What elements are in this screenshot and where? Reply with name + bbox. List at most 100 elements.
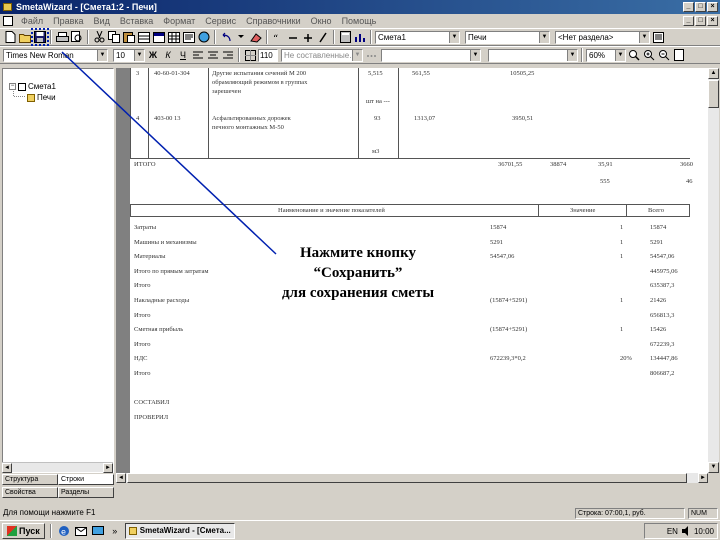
- properties-button[interactable]: [182, 30, 196, 44]
- section-options-button[interactable]: [651, 30, 665, 44]
- style-select[interactable]: Не составленные... ▼: [281, 48, 363, 62]
- open-file-button[interactable]: [18, 30, 32, 44]
- minimize-button[interactable]: _: [683, 2, 694, 12]
- chevron-down-icon[interactable]: ▼: [470, 49, 480, 61]
- doc-close-button[interactable]: ×: [707, 16, 718, 26]
- estimate-select[interactable]: Смета1 ▼: [375, 30, 460, 44]
- section-select[interactable]: <Нет раздела> ▼: [555, 30, 650, 44]
- undo-button[interactable]: [219, 30, 233, 44]
- document-icon[interactable]: [3, 16, 13, 26]
- page-view-button[interactable]: [672, 48, 686, 62]
- blank-select[interactable]: ▼: [381, 48, 481, 62]
- scroll-right-button[interactable]: ►: [103, 463, 113, 473]
- menu-references[interactable]: Справочники: [241, 14, 306, 28]
- maximize-button[interactable]: □: [695, 2, 706, 12]
- font-name-select[interactable]: Times New Roman ▼: [3, 48, 108, 62]
- tab-sections[interactable]: Разделы: [58, 487, 114, 498]
- zoom-fit-button[interactable]: [627, 48, 641, 62]
- menu-view[interactable]: Вид: [89, 14, 115, 28]
- extra-select[interactable]: ▼: [488, 48, 578, 62]
- chevron-down-icon[interactable]: ▼: [97, 49, 107, 61]
- paste-button[interactable]: [122, 30, 136, 44]
- windows-logo-icon: [7, 525, 17, 536]
- scroll-up-button[interactable]: ▲: [708, 68, 719, 79]
- chevron-down-icon[interactable]: ▼: [134, 49, 144, 61]
- start-button[interactable]: Пуск: [2, 522, 45, 539]
- underline-button[interactable]: Ч: [176, 48, 190, 62]
- italic-button[interactable]: К: [161, 48, 175, 62]
- quicklaunch-mail[interactable]: [74, 524, 88, 538]
- tree-horizontal-scrollbar[interactable]: ◄ ►: [2, 462, 113, 473]
- scroll-thumb[interactable]: [127, 473, 687, 483]
- language-indicator[interactable]: EN: [667, 527, 678, 536]
- divide-button[interactable]: [316, 30, 330, 44]
- zoom-in-button[interactable]: [642, 48, 656, 62]
- insert-row-button[interactable]: [137, 30, 151, 44]
- doc-restore-button[interactable]: □: [695, 16, 706, 26]
- doc-minimize-button[interactable]: _: [683, 16, 694, 26]
- chevron-down-icon[interactable]: ▼: [449, 31, 459, 43]
- tree-node-chapter[interactable]: Печи: [27, 93, 56, 102]
- border-button[interactable]: [243, 48, 257, 62]
- quicklaunch-more[interactable]: »: [108, 524, 122, 538]
- copy-button[interactable]: [107, 30, 121, 44]
- chart-button[interactable]: [353, 30, 367, 44]
- menu-file[interactable]: Файл: [16, 14, 48, 28]
- undo-dropdown[interactable]: [234, 30, 248, 44]
- quicklaunch-desktop[interactable]: [91, 524, 105, 538]
- network-button[interactable]: [197, 30, 211, 44]
- grid-button[interactable]: [167, 30, 181, 44]
- bold-button[interactable]: Ж: [146, 48, 160, 62]
- chevron-down-icon[interactable]: ▼: [567, 49, 577, 61]
- print-preview-button[interactable]: [70, 30, 84, 44]
- print-button[interactable]: [55, 30, 69, 44]
- quote-button[interactable]: “: [271, 30, 285, 44]
- close-button[interactable]: ×: [707, 2, 718, 12]
- tab-rows[interactable]: Строки: [58, 474, 114, 485]
- scroll-thumb[interactable]: [708, 80, 719, 108]
- tab-structure[interactable]: Структура: [2, 474, 58, 485]
- volume-icon[interactable]: [681, 526, 691, 536]
- zoom-out-button[interactable]: [657, 48, 671, 62]
- align-left-button[interactable]: [191, 48, 205, 62]
- menu-window[interactable]: Окно: [306, 14, 337, 28]
- quicklaunch-browser[interactable]: e: [57, 524, 71, 538]
- chapter-select[interactable]: Печи ▼: [465, 30, 550, 44]
- page-icon: [673, 49, 684, 61]
- save-button[interactable]: [31, 28, 49, 46]
- cut-button[interactable]: [92, 30, 106, 44]
- insert-sheet-button[interactable]: [152, 30, 166, 44]
- index-field[interactable]: 110: [258, 48, 278, 62]
- new-file-button[interactable]: [3, 30, 17, 44]
- scroll-left-button[interactable]: ◄: [2, 463, 12, 473]
- document-vertical-scrollbar[interactable]: ▲ ▼: [708, 68, 719, 473]
- chevron-down-icon[interactable]: ▼: [639, 31, 649, 43]
- eraser-button[interactable]: [249, 30, 263, 44]
- scroll-right-button[interactable]: ►: [698, 473, 708, 483]
- align-right-button[interactable]: [221, 48, 235, 62]
- tab-properties[interactable]: Свойства: [2, 487, 58, 498]
- menu-insert[interactable]: Вставка: [115, 14, 158, 28]
- scroll-left-button[interactable]: ◄: [116, 473, 126, 483]
- title-bar[interactable]: SmetaWizard - [Смета1:2 - Печи] _ □ ×: [0, 0, 720, 14]
- menu-tools[interactable]: Сервис: [200, 14, 241, 28]
- structure-tree[interactable]: − Смета1 Печи: [2, 68, 114, 473]
- menu-help[interactable]: Помощь: [337, 14, 382, 28]
- menu-format[interactable]: Формат: [158, 14, 200, 28]
- calculator-button[interactable]: [338, 30, 352, 44]
- zoom-select[interactable]: 60% ▼: [586, 48, 626, 62]
- plus-button[interactable]: [301, 30, 315, 44]
- chevron-down-icon[interactable]: ▼: [352, 49, 362, 61]
- style-options-button[interactable]: [364, 48, 378, 62]
- chevron-down-icon[interactable]: ▼: [615, 49, 625, 61]
- menu-edit[interactable]: Правка: [48, 14, 88, 28]
- scroll-down-button[interactable]: ▼: [708, 462, 719, 473]
- chevron-down-icon[interactable]: ▼: [539, 31, 549, 43]
- clock[interactable]: 10:00: [694, 527, 714, 536]
- font-size-select[interactable]: 10 ▼: [113, 48, 145, 62]
- taskbar-app-button[interactable]: SmetaWizard - [Смета...: [124, 522, 235, 539]
- minus-button[interactable]: [286, 30, 300, 44]
- app-icon[interactable]: [3, 3, 12, 11]
- document-horizontal-scrollbar[interactable]: ◄ ►: [116, 473, 708, 483]
- align-center-button[interactable]: [206, 48, 220, 62]
